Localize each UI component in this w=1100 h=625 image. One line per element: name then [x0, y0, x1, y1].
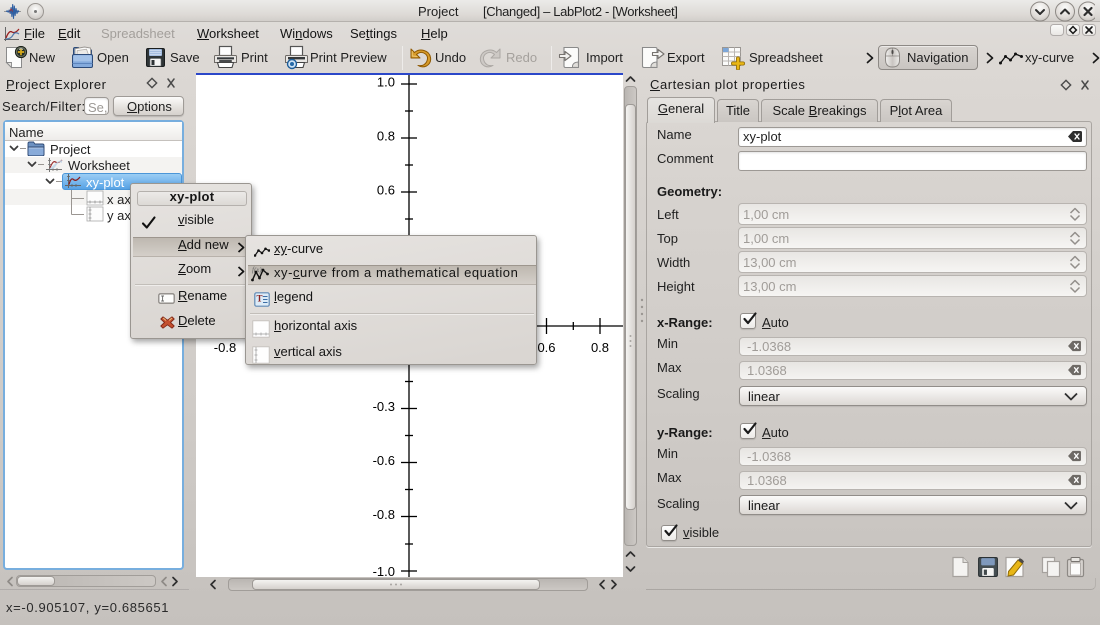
svg-text:-0.3: -0.3: [373, 399, 395, 414]
svg-text:T: T: [257, 294, 263, 304]
svg-text:1.0: 1.0: [377, 75, 395, 90]
svg-text:0.6: 0.6: [377, 183, 395, 198]
svg-text:-0.8: -0.8: [373, 507, 395, 522]
svg-text:0.8: 0.8: [591, 340, 609, 355]
svg-text:0.8: 0.8: [377, 129, 395, 144]
svg-text:-0.6: -0.6: [373, 453, 395, 468]
svg-text:-0.8: -0.8: [214, 340, 236, 355]
svg-text:0.6: 0.6: [537, 340, 555, 355]
svg-text:-1.0: -1.0: [373, 564, 395, 577]
